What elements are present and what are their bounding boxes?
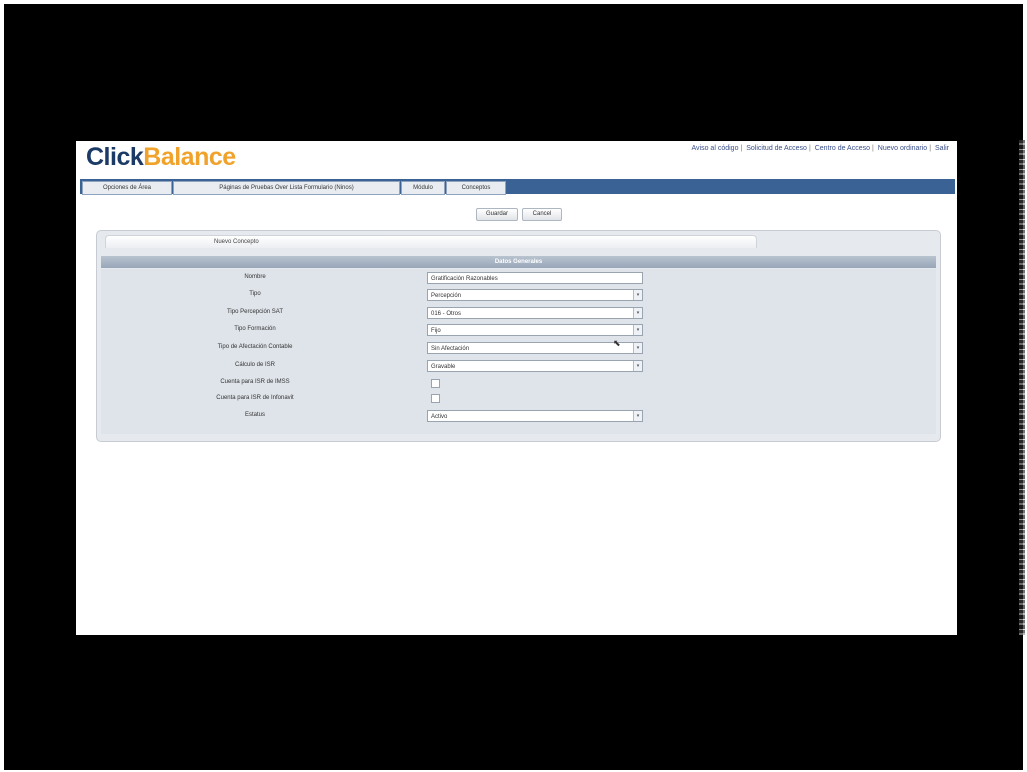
chevron-down-icon: ▾ — [633, 325, 642, 335]
nav-tab-opciones[interactable]: Opciones de Área — [82, 181, 172, 195]
tipo-afectacion-value: Sin Afectación — [431, 346, 470, 352]
estatus-value: Activo — [431, 414, 448, 420]
link-solicitud[interactable]: Solicitud de Acceso — [746, 145, 807, 152]
cuenta-isr-imss-checkbox[interactable] — [431, 379, 440, 388]
estatus-select[interactable]: Activo ▾ — [427, 410, 643, 422]
cuenta-isr-infonavit-label: Cuenta para ISR de Infonavit — [216, 395, 294, 401]
app-screen: ClickBalance Aviso al código | Solicitud … — [76, 141, 957, 635]
link-salir[interactable]: Salir — [935, 145, 949, 152]
tipo-value: Percepción — [431, 293, 462, 299]
link-centro[interactable]: Centro de Acceso — [815, 145, 870, 152]
tipo-percepcion-sat-label: Tipo Percepción SAT — [226, 309, 284, 315]
nombre-value: Gratificación Razonables — [431, 276, 498, 282]
logo-text-balance: Balance — [143, 143, 236, 171]
nombre-label: Nombre — [244, 274, 266, 280]
nav-tab-label: Módulo — [413, 185, 433, 191]
section-header: Datos Generales — [101, 256, 936, 268]
chevron-down-icon: ▾ — [633, 411, 642, 421]
chevron-down-icon: ▾ — [633, 343, 642, 353]
tipo-formacion-label: Tipo Formación — [234, 326, 276, 332]
form-area: Nombre Gratificación Razonables Tipo Per… — [101, 269, 936, 434]
tipo-afectacion-select[interactable]: Sin Afectación ▾ — [427, 342, 643, 354]
mouse-cursor-icon: ⬉ — [613, 338, 621, 348]
calculo-isr-label: Cálculo de ISR — [234, 362, 276, 368]
tab-nuevo-concepto[interactable]: Nuevo Concepto — [105, 235, 757, 248]
top-links: Aviso al código | Solicitud de Acceso | Ce… — [691, 145, 950, 152]
video-noise-strip — [1019, 140, 1025, 635]
tipo-label: Tipo — [249, 291, 261, 297]
tipo-formacion-value: Fijo — [431, 328, 441, 334]
chevron-down-icon: ▾ — [633, 290, 642, 300]
tipo-percepcion-sat-value: 016 - Otros — [431, 311, 462, 317]
nav-tab-modulo[interactable]: Módulo — [401, 181, 445, 195]
tipo-percepcion-sat-select[interactable]: 016 - Otros ▾ — [427, 307, 643, 319]
tab-label: Nuevo Concepto — [214, 239, 259, 245]
tipo-formacion-select[interactable]: Fijo ▾ — [427, 324, 643, 336]
nav-tab-paginas[interactable]: Páginas de Pruebas Over Lista Formulario… — [173, 181, 400, 195]
clickbalance-logo: ClickBalance — [86, 143, 236, 172]
chevron-down-icon: ▾ — [633, 361, 642, 371]
cuenta-isr-infonavit-checkbox[interactable] — [431, 394, 440, 403]
tipo-select[interactable]: Percepción ▾ — [427, 289, 643, 301]
nombre-field[interactable]: Gratificación Razonables — [427, 272, 643, 284]
chevron-down-icon: ▾ — [633, 308, 642, 318]
link-aviso[interactable]: Aviso al código — [692, 145, 739, 152]
concept-panel: Nuevo Concepto Datos Generales Nombre Gr… — [96, 230, 941, 442]
cuenta-isr-imss-label: Cuenta para ISR de IMSS — [220, 379, 290, 385]
save-button[interactable]: Guardar — [476, 208, 518, 221]
link-nuevo[interactable]: Nuevo ordinario — [878, 145, 927, 152]
nav-tab-label: Páginas de Pruebas Over Lista Formulario… — [219, 185, 354, 191]
nav-tab-label: Opciones de Área — [102, 185, 152, 191]
calculo-isr-value: Gravable — [431, 364, 456, 370]
logo-text-click: Click — [86, 143, 144, 171]
cancel-button[interactable]: Cancel — [522, 208, 562, 221]
estatus-label: Estatus — [244, 412, 265, 418]
tipo-afectacion-label: Tipo de Afectación Contable — [217, 344, 293, 350]
nav-tab-conceptos[interactable]: Conceptos — [446, 181, 506, 195]
nav-tab-label: Conceptos — [461, 185, 491, 191]
calculo-isr-select[interactable]: Gravable ▾ — [427, 360, 643, 372]
